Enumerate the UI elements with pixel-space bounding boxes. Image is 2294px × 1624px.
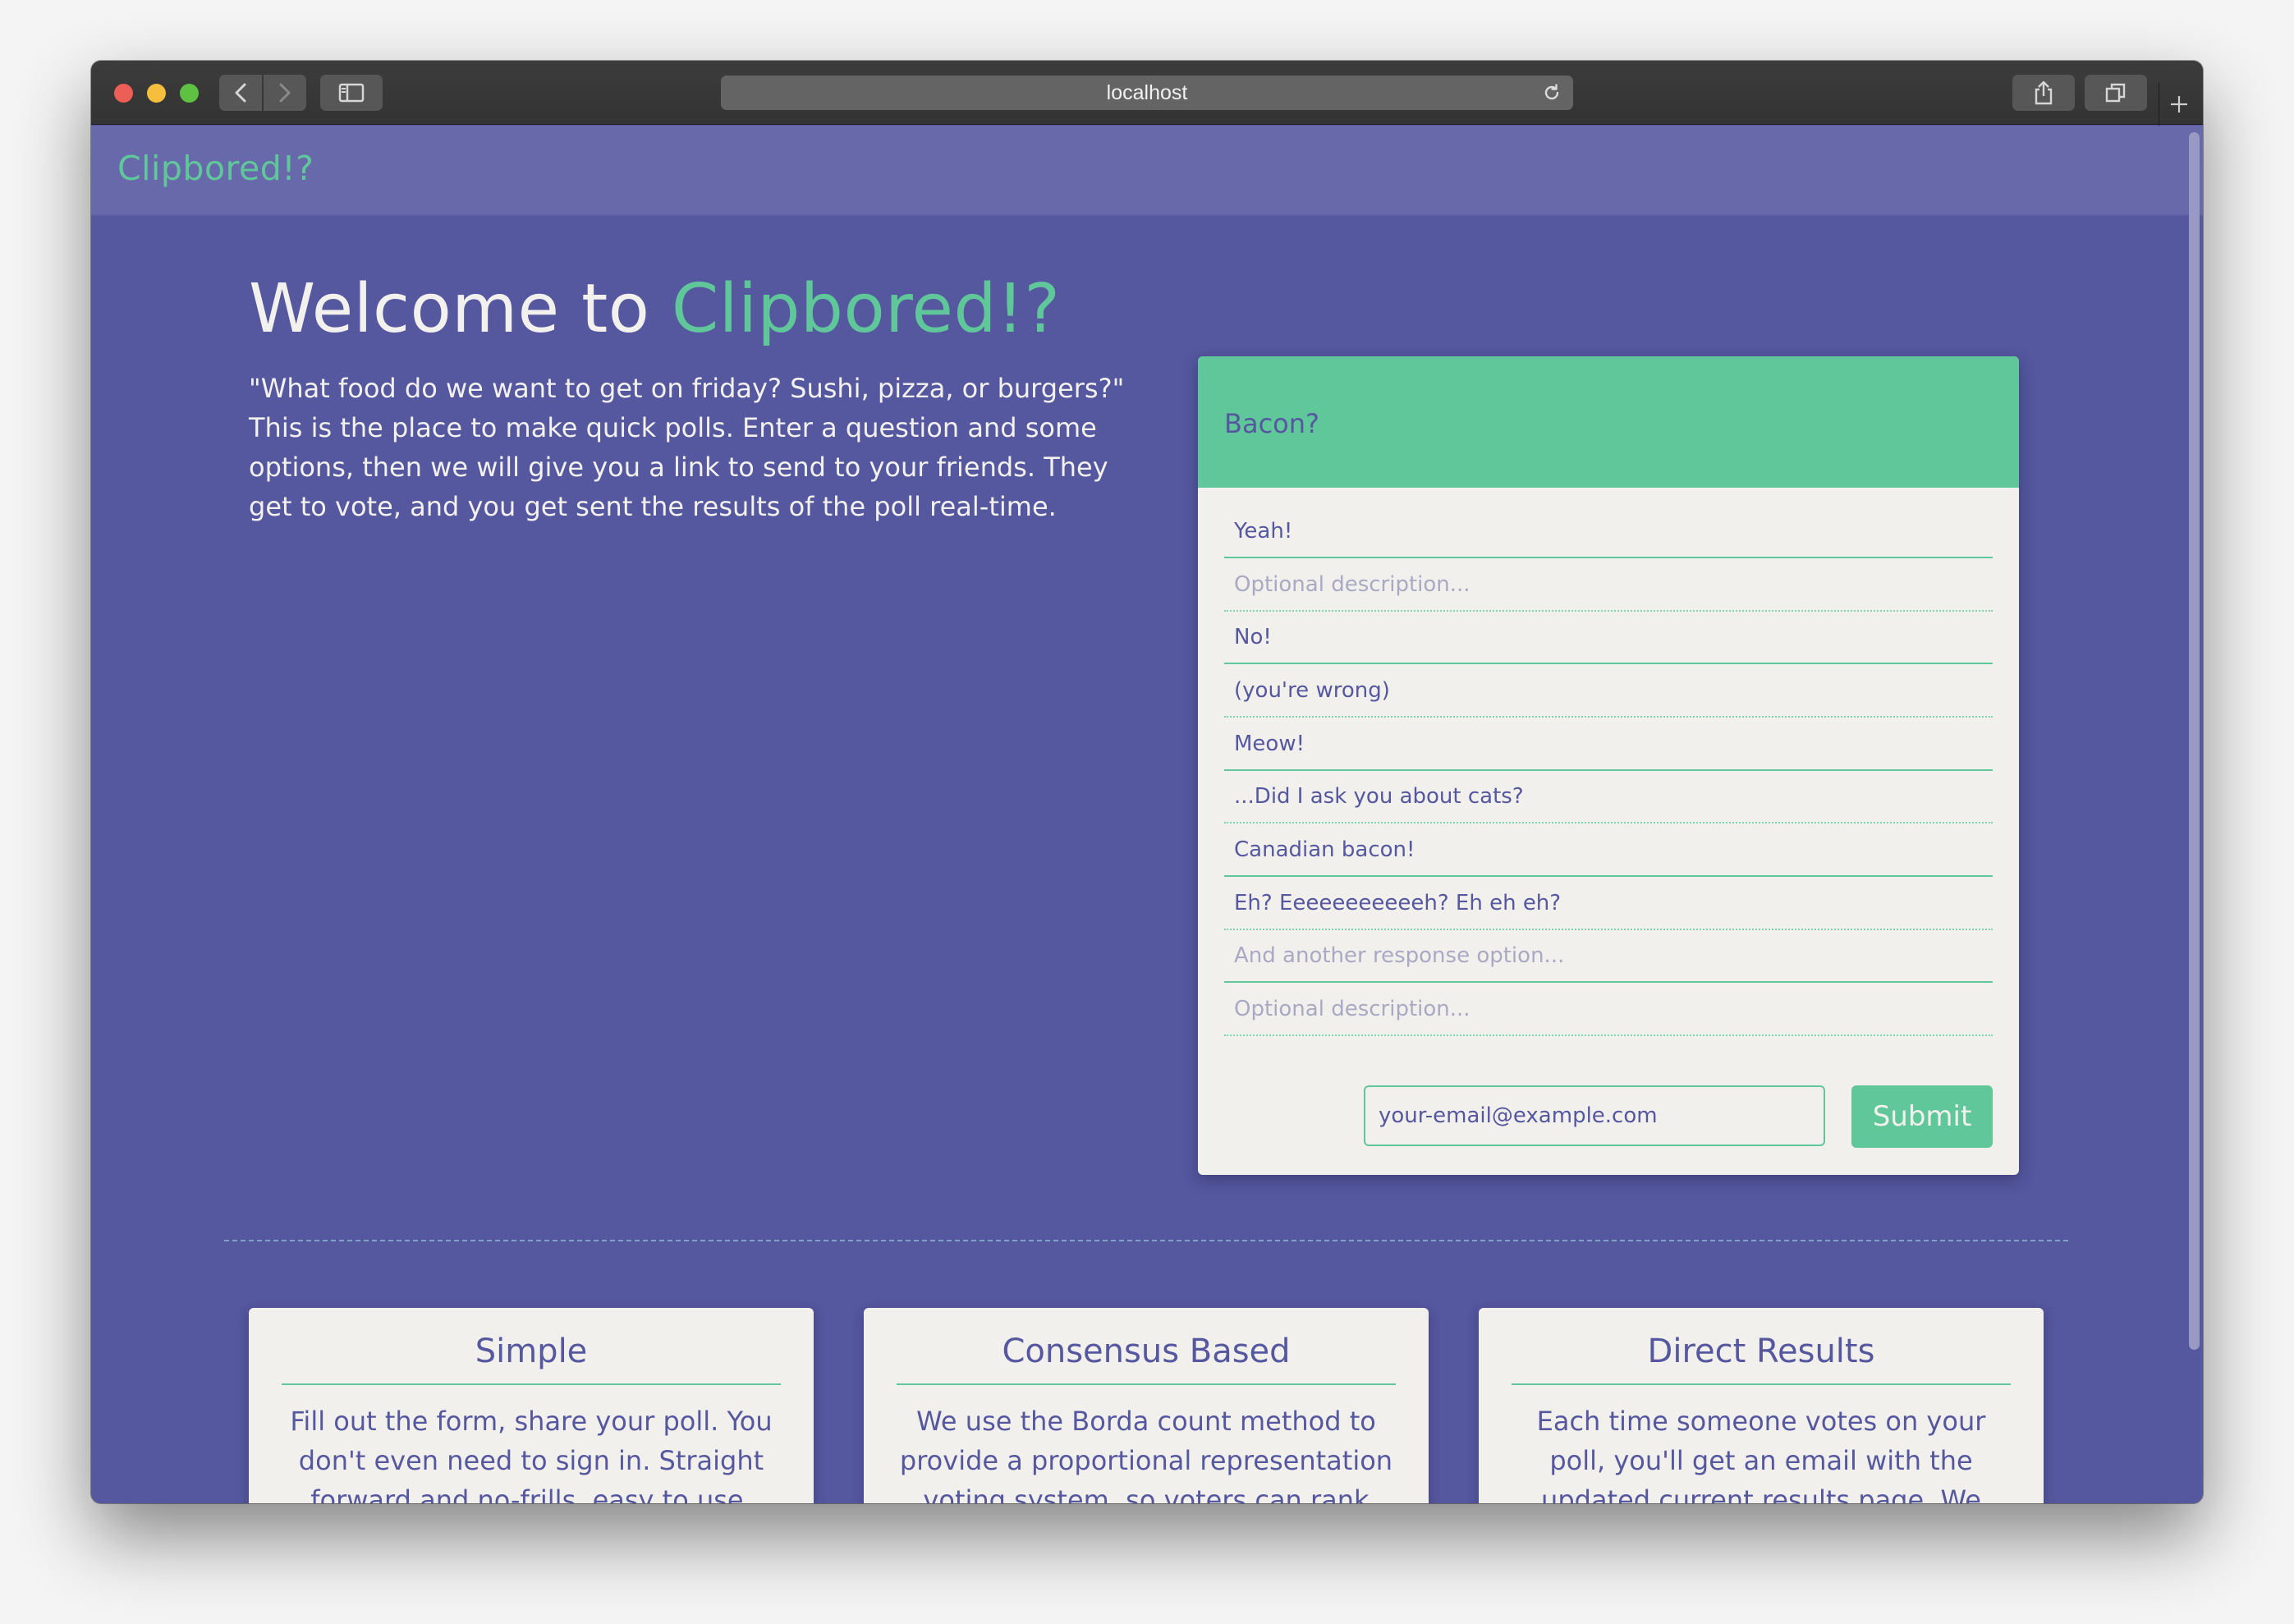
browser-toolbar: localhost (91, 61, 2203, 126)
address-bar[interactable]: localhost (721, 76, 1573, 110)
option-description-input[interactable]: ...Did I ask you about cats? (1224, 771, 1993, 823)
email-field[interactable]: your-email@example.com (1364, 1085, 1825, 1146)
tab-overview-button[interactable] (2085, 75, 2147, 111)
forward-button[interactable] (264, 75, 306, 111)
zoom-window-button[interactable] (180, 84, 199, 103)
page-content: Clipbored!? Welcome to Clipbored!? "What… (91, 126, 2203, 1503)
new-option-input[interactable]: And another response option... (1224, 930, 1993, 983)
feature-description: We use the Borda count method to provide… (899, 1406, 1393, 1503)
chevron-right-icon (279, 83, 291, 103)
page-title: Welcome to Clipbored!? (249, 270, 1060, 348)
reload-icon[interactable] (1542, 83, 1562, 103)
share-icon (2035, 80, 2053, 105)
back-button[interactable] (219, 75, 262, 111)
feature-title: Simple (282, 1333, 781, 1385)
submit-button[interactable]: Submit (1851, 1085, 1993, 1148)
title-prefix: Welcome to (249, 270, 672, 348)
minimize-window-button[interactable] (147, 84, 166, 103)
sidebar-icon (338, 83, 365, 103)
tabs-icon (2105, 83, 2126, 103)
intro-text: "What food do we want to get on friday? … (249, 373, 1125, 522)
url-text: localhost (1106, 80, 1188, 104)
plus-icon (2170, 96, 2187, 112)
option-input[interactable]: Canadian bacon! (1224, 824, 1993, 877)
feature-card-results: Direct Results Each time someone votes o… (1479, 1308, 2044, 1503)
poll-question-header: Bacon? (1198, 356, 2019, 488)
option-input[interactable]: Yeah! (1224, 506, 1993, 558)
title-accent: Clipbored!? (672, 270, 1061, 348)
sidebar-toggle-button[interactable] (320, 75, 383, 111)
option-input[interactable]: No! (1224, 612, 1993, 664)
close-window-button[interactable] (114, 84, 133, 103)
site-header: Clipbored!? (91, 126, 2203, 216)
option-description-input[interactable]: (you're wrong) (1224, 665, 1993, 718)
feature-description: Each time someone votes on your poll, yo… (1536, 1406, 1986, 1503)
brand-logo-link[interactable]: Clipbored!? (117, 149, 314, 188)
option-description-input[interactable]: Eh? Eeeeeeeeeeeh? Eh eh eh? (1224, 878, 1993, 930)
option-input[interactable]: Meow! (1224, 718, 1993, 771)
section-divider (224, 1240, 2068, 1241)
new-tab-button[interactable] (2159, 83, 2198, 126)
new-option-description-input[interactable]: Optional description... (1224, 984, 1993, 1036)
feature-card-simple: Simple Fill out the form, share your pol… (249, 1308, 814, 1503)
share-button[interactable] (2012, 75, 2075, 111)
poll-question-input[interactable]: Bacon? (1224, 408, 1319, 439)
feature-title: Consensus Based (897, 1333, 1396, 1385)
feature-card-consensus: Consensus Based We use the Borda count m… (864, 1308, 1429, 1503)
option-description-input[interactable]: Optional description... (1224, 559, 1993, 612)
chevron-left-icon (235, 83, 246, 103)
browser-window: localhost Clipbored!? Welcome to Clipbor… (91, 61, 2203, 1503)
feature-description: Fill out the form, share your poll. You … (290, 1406, 773, 1503)
feature-title: Direct Results (1512, 1333, 2011, 1385)
poll-form-card: Bacon? Yeah! Optional description... No!… (1198, 356, 2019, 1175)
page-scrollbar[interactable] (2189, 132, 2200, 1350)
